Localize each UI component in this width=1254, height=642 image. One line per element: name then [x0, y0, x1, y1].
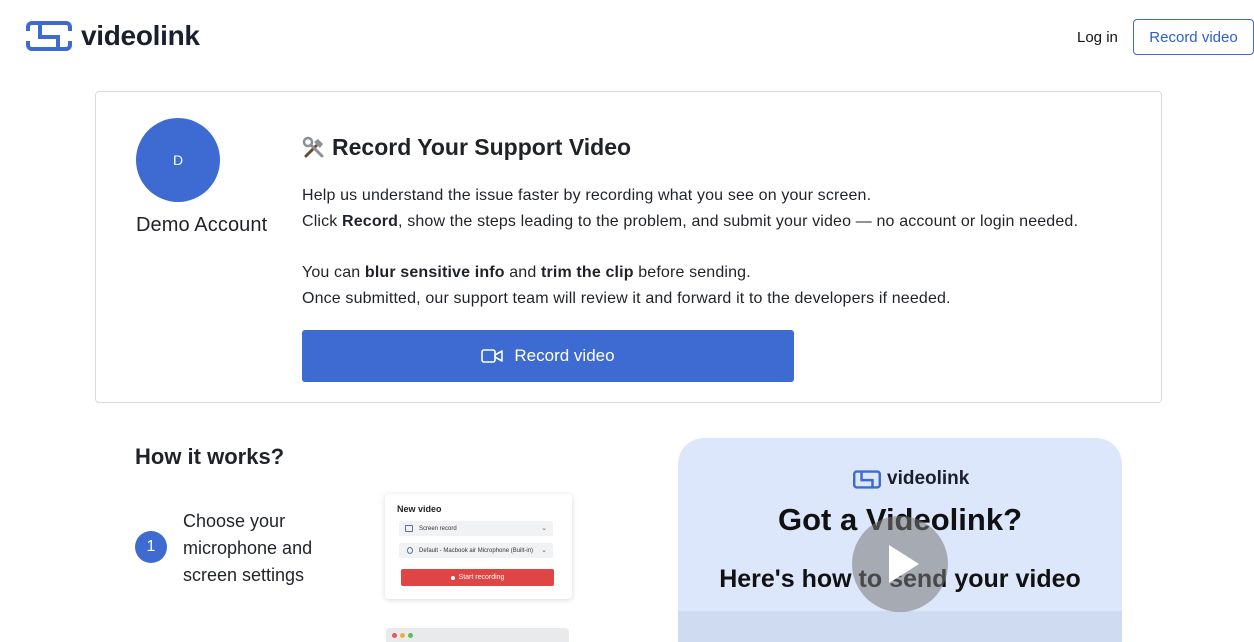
- chevron-down-icon: ⌄: [541, 525, 547, 532]
- brand-logo[interactable]: videolink: [26, 20, 200, 52]
- promo-logo: videolink: [853, 468, 969, 490]
- support-video-card: D Demo Account Record Your Support Video…: [95, 91, 1162, 403]
- mockup-start-recording: Start recording: [401, 569, 554, 586]
- page-title: Record Your Support Video: [302, 134, 631, 161]
- mockup-start-label: Start recording: [458, 574, 505, 581]
- record-video-button[interactable]: Record video: [302, 330, 794, 382]
- logo-mark-icon: [26, 21, 72, 51]
- avatar-initial: D: [172, 152, 184, 168]
- tutorial-video[interactable]: videolink Got a Videolink? Here's how to…: [678, 438, 1122, 642]
- play-button[interactable]: [852, 516, 948, 612]
- chevron-down-icon: ⌄: [541, 547, 547, 554]
- promo-brand: videolink: [887, 468, 970, 489]
- description-line-2: Click Record, show the steps leading to …: [302, 213, 1079, 230]
- header-record-video-button[interactable]: Record video: [1133, 19, 1254, 55]
- window-dot-icon: [400, 633, 405, 638]
- window-dot-icon: [408, 633, 413, 638]
- card-title-text: Record Your Support Video: [332, 134, 632, 160]
- video-controls-bar: [678, 611, 1122, 642]
- record-dot-icon: [450, 575, 455, 580]
- mockup-mic-select: Default - Macbook air Microphone (Built-…: [399, 543, 553, 558]
- brand-name: videolink: [81, 20, 200, 51]
- video-camera-icon: [481, 349, 504, 363]
- mockup-mic-option: Default - Macbook air Microphone (Built-…: [419, 547, 534, 554]
- description-line-4: Once submitted, our support team will re…: [302, 290, 951, 307]
- mockup-title: New video: [397, 504, 442, 514]
- play-icon: [889, 545, 919, 583]
- how-it-works-title: How it works?: [135, 444, 285, 469]
- step-number: 1: [135, 531, 167, 563]
- mockup-screen-select: Screen record ⌄: [399, 521, 553, 536]
- browser-mockup-strip: [386, 628, 569, 642]
- description-line-3: You can blur sensitive info and trim the…: [302, 264, 751, 281]
- description-line-1: Help us understand the issue faster by r…: [302, 187, 872, 204]
- monitor-icon: [405, 525, 413, 532]
- avatar: D: [136, 118, 220, 202]
- mockup-screen-option: Screen record: [419, 525, 457, 532]
- login-link[interactable]: Log in: [1077, 29, 1118, 46]
- logo-mark-icon: [853, 469, 881, 489]
- top-header: videolink Log in Record video: [0, 0, 1254, 72]
- microphone-icon: [407, 547, 413, 554]
- window-dot-icon: [392, 633, 397, 638]
- step-text: Choose your microphone and screen settin…: [183, 511, 313, 585]
- record-video-label: Record video: [514, 346, 615, 365]
- account-name: Demo Account: [136, 214, 268, 236]
- tools-icon: [302, 136, 324, 157]
- new-video-mockup: New video Screen record ⌄ Default - Macb…: [385, 494, 572, 599]
